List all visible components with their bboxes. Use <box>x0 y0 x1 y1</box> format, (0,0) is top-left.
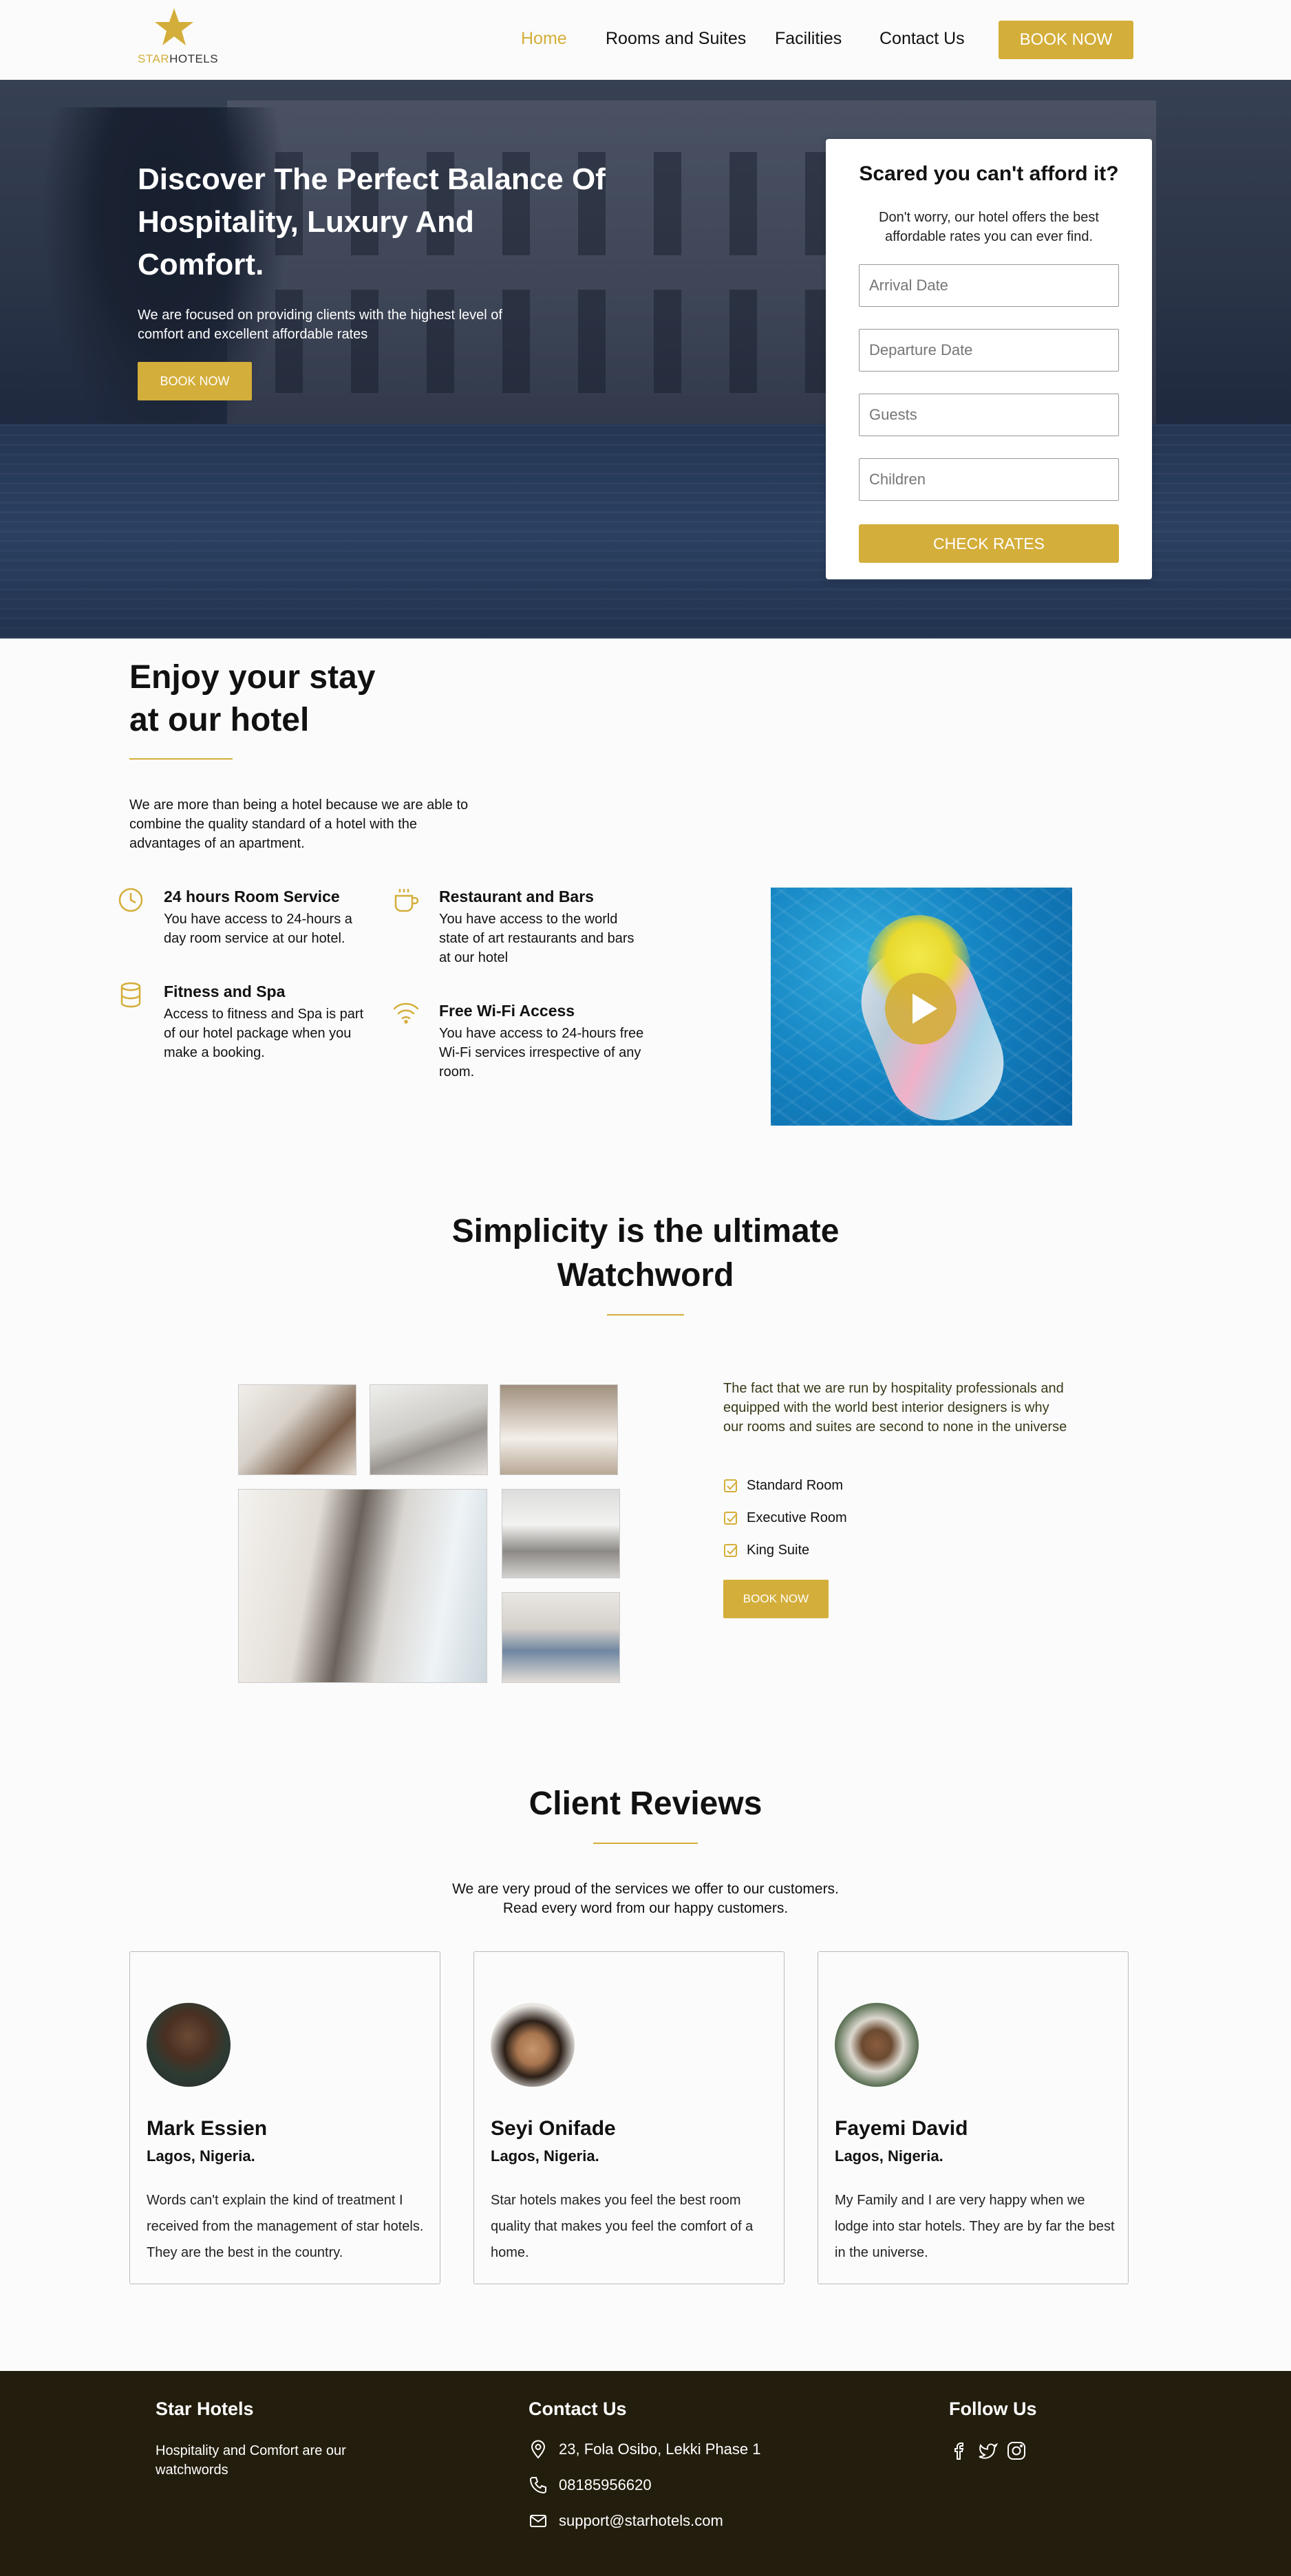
reviewer-name: Seyi Onifade <box>491 2117 616 2140</box>
check-rates-button[interactable]: CHECK RATES <box>859 524 1119 563</box>
room-image-5 <box>502 1592 620 1683</box>
footer-phone[interactable]: 08185956620 <box>529 2476 652 2495</box>
reviewer-name: Fayemi David <box>835 2117 968 2140</box>
avatar <box>147 2003 231 2087</box>
footer-contact-title: Contact Us <box>529 2398 627 2419</box>
reviews-subtitle: We are very proud of the services we off… <box>0 1880 1291 1918</box>
phone-icon <box>529 2477 546 2494</box>
feature-title-restaurant: Restaurant and Bars <box>439 888 594 905</box>
room-image-2 <box>370 1384 488 1475</box>
children-field[interactable] <box>859 458 1119 501</box>
reviewer-location: Lagos, Nigeria. <box>491 2147 599 2165</box>
review-card: Mark Essien Lagos, Nigeria. Words can't … <box>129 1951 440 2284</box>
instagram-icon[interactable] <box>1005 2440 1027 2462</box>
star-logo-icon <box>155 8 193 45</box>
facebook-icon[interactable] <box>949 2440 971 2462</box>
hero-title: Discover The Perfect Balance Of Hospital… <box>138 162 606 281</box>
feature-title-room-service: 24 hours Room Service <box>164 888 340 905</box>
room-type-label: King Suite <box>747 1543 810 1558</box>
footer-email[interactable]: support@starhotels.com <box>529 2511 723 2531</box>
hero-book-now-button[interactable]: BOOK NOW <box>138 362 252 400</box>
wifi-icon <box>393 1002 419 1024</box>
room-type-standard: Standard Room <box>723 1478 843 1494</box>
card-subtitle: Don't worry, our hotel offers the best a… <box>879 210 1099 244</box>
review-text: Star hotels makes you feel the best room… <box>491 2193 754 2260</box>
nav-link-rooms-and-suites[interactable]: Rooms and Suites <box>606 29 746 49</box>
checkbox-icon <box>724 1543 738 1557</box>
review-text: Words can't explain the kind of treatmen… <box>147 2193 424 2260</box>
reviews-title-underline <box>593 1843 698 1844</box>
feature-title-fitness: Fitness and Spa <box>164 983 286 1000</box>
clock-icon <box>118 888 143 912</box>
guests-field[interactable] <box>859 394 1119 436</box>
reviewer-location: Lagos, Nigeria. <box>835 2147 943 2165</box>
logo-text: STARHOTELS <box>138 52 218 66</box>
reviews-subtitle-line-2: Read every word from our happy customers… <box>502 1900 789 1916</box>
simplicity-title-underline <box>607 1314 684 1316</box>
review-text: My Family and I are very happy when we l… <box>835 2193 1115 2260</box>
room-image-4 <box>502 1489 620 1578</box>
checkbox-icon <box>724 1479 738 1492</box>
footer-tagline: Hospitality and Comfort are our watchwor… <box>156 2443 346 2478</box>
database-icon <box>120 982 141 1008</box>
mail-icon <box>530 2515 546 2527</box>
feature-desc-fitness: Access to fitness and Spa is part of our… <box>164 1007 364 1060</box>
pool-video-thumbnail[interactable] <box>771 888 1072 1126</box>
avatar <box>835 2003 919 2087</box>
checkbox-icon <box>724 1511 738 1525</box>
footer-brand: Star Hotels <box>156 2398 254 2419</box>
check-rates-card: Scared you can't afford it? Don't worry,… <box>826 139 1152 579</box>
room-image-3 <box>500 1384 618 1475</box>
enjoy-title-line-2: at our hotel <box>129 702 310 738</box>
feature-desc-wifi: You have access to 24-hours free Wi-Fi s… <box>439 1026 644 1080</box>
review-card: Fayemi David Lagos, Nigeria. My Family a… <box>818 1951 1129 2284</box>
reviewer-location: Lagos, Nigeria. <box>147 2147 255 2165</box>
arrival-date-field[interactable] <box>859 264 1119 307</box>
room-image-main <box>238 1489 487 1683</box>
logo[interactable]: STARHOTELS <box>138 7 220 69</box>
room-image-1 <box>238 1384 356 1475</box>
feature-desc-restaurant: You have access to the world state of ar… <box>439 912 634 965</box>
reviews-subtitle-line-1: We are very proud of the services we off… <box>452 1881 839 1897</box>
logo-text-star: STAR <box>138 52 170 65</box>
room-type-label: Standard Room <box>747 1478 844 1493</box>
review-card: Seyi Onifade Lagos, Nigeria. Star hotels… <box>473 1951 785 2284</box>
simplicity-title: Simplicity is the ultimate Watchword <box>0 1210 1291 1298</box>
footer-address-text: 23, Fola Osibo, Lekki Phase 1 <box>559 2440 761 2458</box>
nav-link-facilities[interactable]: Facilities <box>775 29 842 49</box>
location-pin-icon <box>531 2440 546 2459</box>
room-type-executive: Executive Room <box>723 1510 847 1526</box>
enjoy-title-underline <box>129 758 233 760</box>
avatar <box>491 2003 575 2087</box>
play-icon[interactable] <box>885 973 957 1044</box>
reviews-title: Client Reviews <box>529 1785 762 1822</box>
enjoy-intro: We are more than being a hotel because w… <box>129 797 469 851</box>
nav-link-contact-us[interactable]: Contact Us <box>879 29 965 49</box>
room-type-king-suite: King Suite <box>723 1543 809 1558</box>
footer: Star Hotels Hospitality and Comfort are … <box>0 2371 1291 2576</box>
reviewer-name: Mark Essien <box>147 2117 268 2140</box>
room-type-label: Executive Room <box>747 1510 847 1525</box>
departure-date-field[interactable] <box>859 329 1119 372</box>
top-navbar: STARHOTELS Home Rooms and Suites Facilit… <box>0 0 1291 80</box>
logo-text-hotels: HOTELS <box>169 52 219 65</box>
hero-subtitle: We are focused on providing clients with… <box>138 308 502 342</box>
footer-address: 23, Fola Osibo, Lekki Phase 1 <box>529 2440 761 2459</box>
twitter-icon[interactable] <box>977 2440 999 2462</box>
simplicity-title-line-1: Simplicity is the ultimate <box>451 1213 840 1249</box>
nav-link-home[interactable]: Home <box>521 29 567 49</box>
simplicity-text: The fact that we are run by hospitality … <box>723 1381 1067 1435</box>
feature-desc-room-service: You have access to 24-hours a day room s… <box>164 912 352 946</box>
simplicity-title-line-2: Watchword <box>557 1257 734 1294</box>
footer-follow-title: Follow Us <box>949 2398 1037 2419</box>
nav-book-now-button[interactable]: BOOK NOW <box>999 21 1133 59</box>
footer-email-text: support@starhotels.com <box>559 2512 723 2529</box>
footer-phone-text: 08185956620 <box>559 2476 652 2493</box>
cup-icon <box>394 889 419 912</box>
enjoy-title-line-1: Enjoy your stay <box>129 659 376 696</box>
enjoy-title: Enjoy your stay at our hotel <box>129 656 375 742</box>
card-title: Scared you can't afford it? <box>859 162 1119 185</box>
rooms-book-now-button[interactable]: BOOK NOW <box>723 1580 829 1618</box>
feature-title-wifi: Free Wi-Fi Access <box>439 1002 575 1020</box>
